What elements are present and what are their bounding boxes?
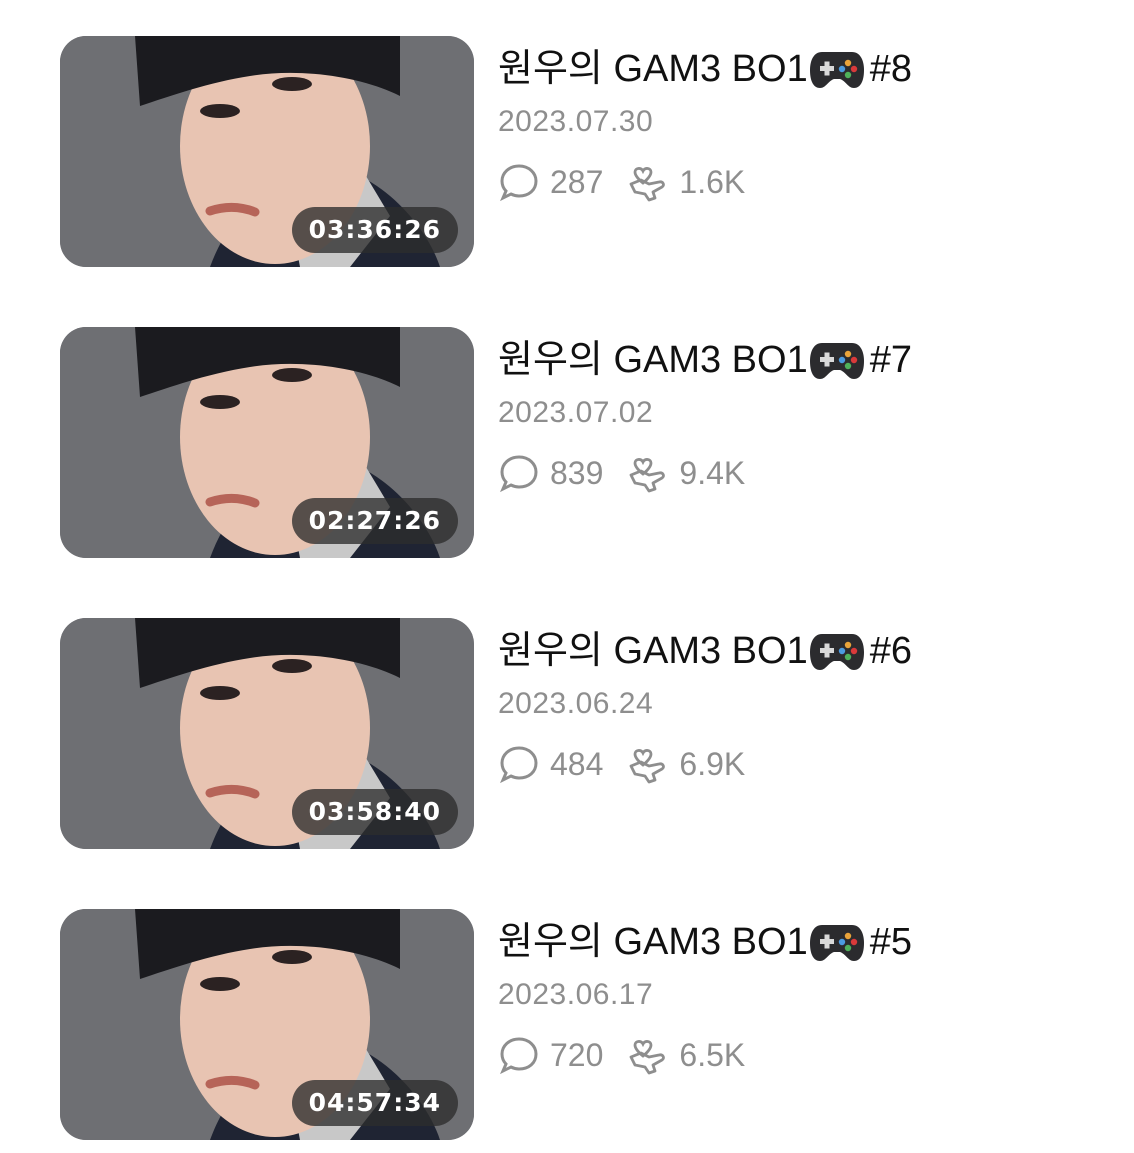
game-controller-icon <box>809 52 864 88</box>
comment-count: 484 <box>550 745 604 782</box>
video-title-text: 원우의 GAM3 BO1 <box>498 48 808 90</box>
duration-badge: 03:58:40 <box>291 789 458 835</box>
like-count: 9.4K <box>679 454 746 491</box>
video-title[interactable]: 원우의 GAM3 BO1 #8 <box>498 46 912 92</box>
video-title-text: 원우의 GAM3 BO1 <box>498 630 808 672</box>
comment-count: 287 <box>550 163 604 200</box>
like-count: 6.5K <box>679 1036 746 1073</box>
game-controller-icon <box>809 634 864 670</box>
video-date: 2023.06.17 <box>498 978 654 1011</box>
video-thumbnail[interactable]: 03:36:26 <box>60 36 474 267</box>
video-item[interactable]: 02:27:26 원우의 GAM3 BO1 #7 2023.07.02 839 9… <box>60 327 1100 559</box>
video-date: 2023.07.30 <box>498 105 654 138</box>
video-date: 2023.06.24 <box>498 687 654 720</box>
video-title-number: #6 <box>869 630 913 672</box>
comment-count: 839 <box>550 454 604 491</box>
video-title[interactable]: 원우의 GAM3 BO1 #5 <box>498 919 912 965</box>
duration-badge: 03:36:26 <box>291 207 458 253</box>
comment-count: 720 <box>550 1036 604 1073</box>
video-thumbnail[interactable]: 04:57:34 <box>60 909 474 1140</box>
heart-hand-icon <box>629 749 666 784</box>
like-count: 6.9K <box>679 745 746 782</box>
video-title-number: #8 <box>869 48 913 90</box>
speech-bubble-icon <box>500 746 538 784</box>
duration-badge: 04:57:34 <box>291 1080 458 1126</box>
video-stats: 484 6.9K <box>498 744 745 784</box>
video-stats: 839 9.4K <box>498 453 745 493</box>
heart-hand-icon <box>629 167 666 202</box>
video-title-text: 원우의 GAM3 BO1 <box>498 339 808 381</box>
game-controller-icon <box>809 925 864 961</box>
video-title[interactable]: 원우의 GAM3 BO1 #6 <box>498 628 912 674</box>
video-stats: 720 6.5K <box>498 1035 745 1075</box>
video-thumbnail[interactable]: 02:27:26 <box>60 327 474 558</box>
video-title[interactable]: 원우의 GAM3 BO1 #7 <box>498 337 912 383</box>
duration-badge: 02:27:26 <box>291 498 458 544</box>
heart-hand-icon <box>629 458 666 493</box>
speech-bubble-icon <box>500 164 538 202</box>
video-item[interactable]: 03:36:26 원우의 GAM3 BO1 #8 2023.07.30 287 1… <box>60 36 1100 268</box>
speech-bubble-icon <box>500 1037 538 1075</box>
video-item[interactable]: 04:57:34 원우의 GAM3 BO1 #5 2023.06.17 720 6… <box>60 909 1100 1141</box>
video-item[interactable]: 03:58:40 원우의 GAM3 BO1 #6 2023.06.24 484 6… <box>60 618 1100 850</box>
game-controller-icon <box>809 343 864 379</box>
video-stats: 287 1.6K <box>498 162 745 202</box>
video-title-text: 원우의 GAM3 BO1 <box>498 921 808 963</box>
video-title-number: #7 <box>869 339 913 381</box>
video-title-number: #5 <box>869 921 913 963</box>
video-list: 03:36:26 원우의 GAM3 BO1 #8 2023.07.30 287 1… <box>0 0 1134 1153</box>
heart-hand-icon <box>629 1040 666 1075</box>
like-count: 1.6K <box>679 163 746 200</box>
video-thumbnail[interactable]: 03:58:40 <box>60 618 474 849</box>
speech-bubble-icon <box>500 455 538 493</box>
video-date: 2023.07.02 <box>498 396 654 429</box>
